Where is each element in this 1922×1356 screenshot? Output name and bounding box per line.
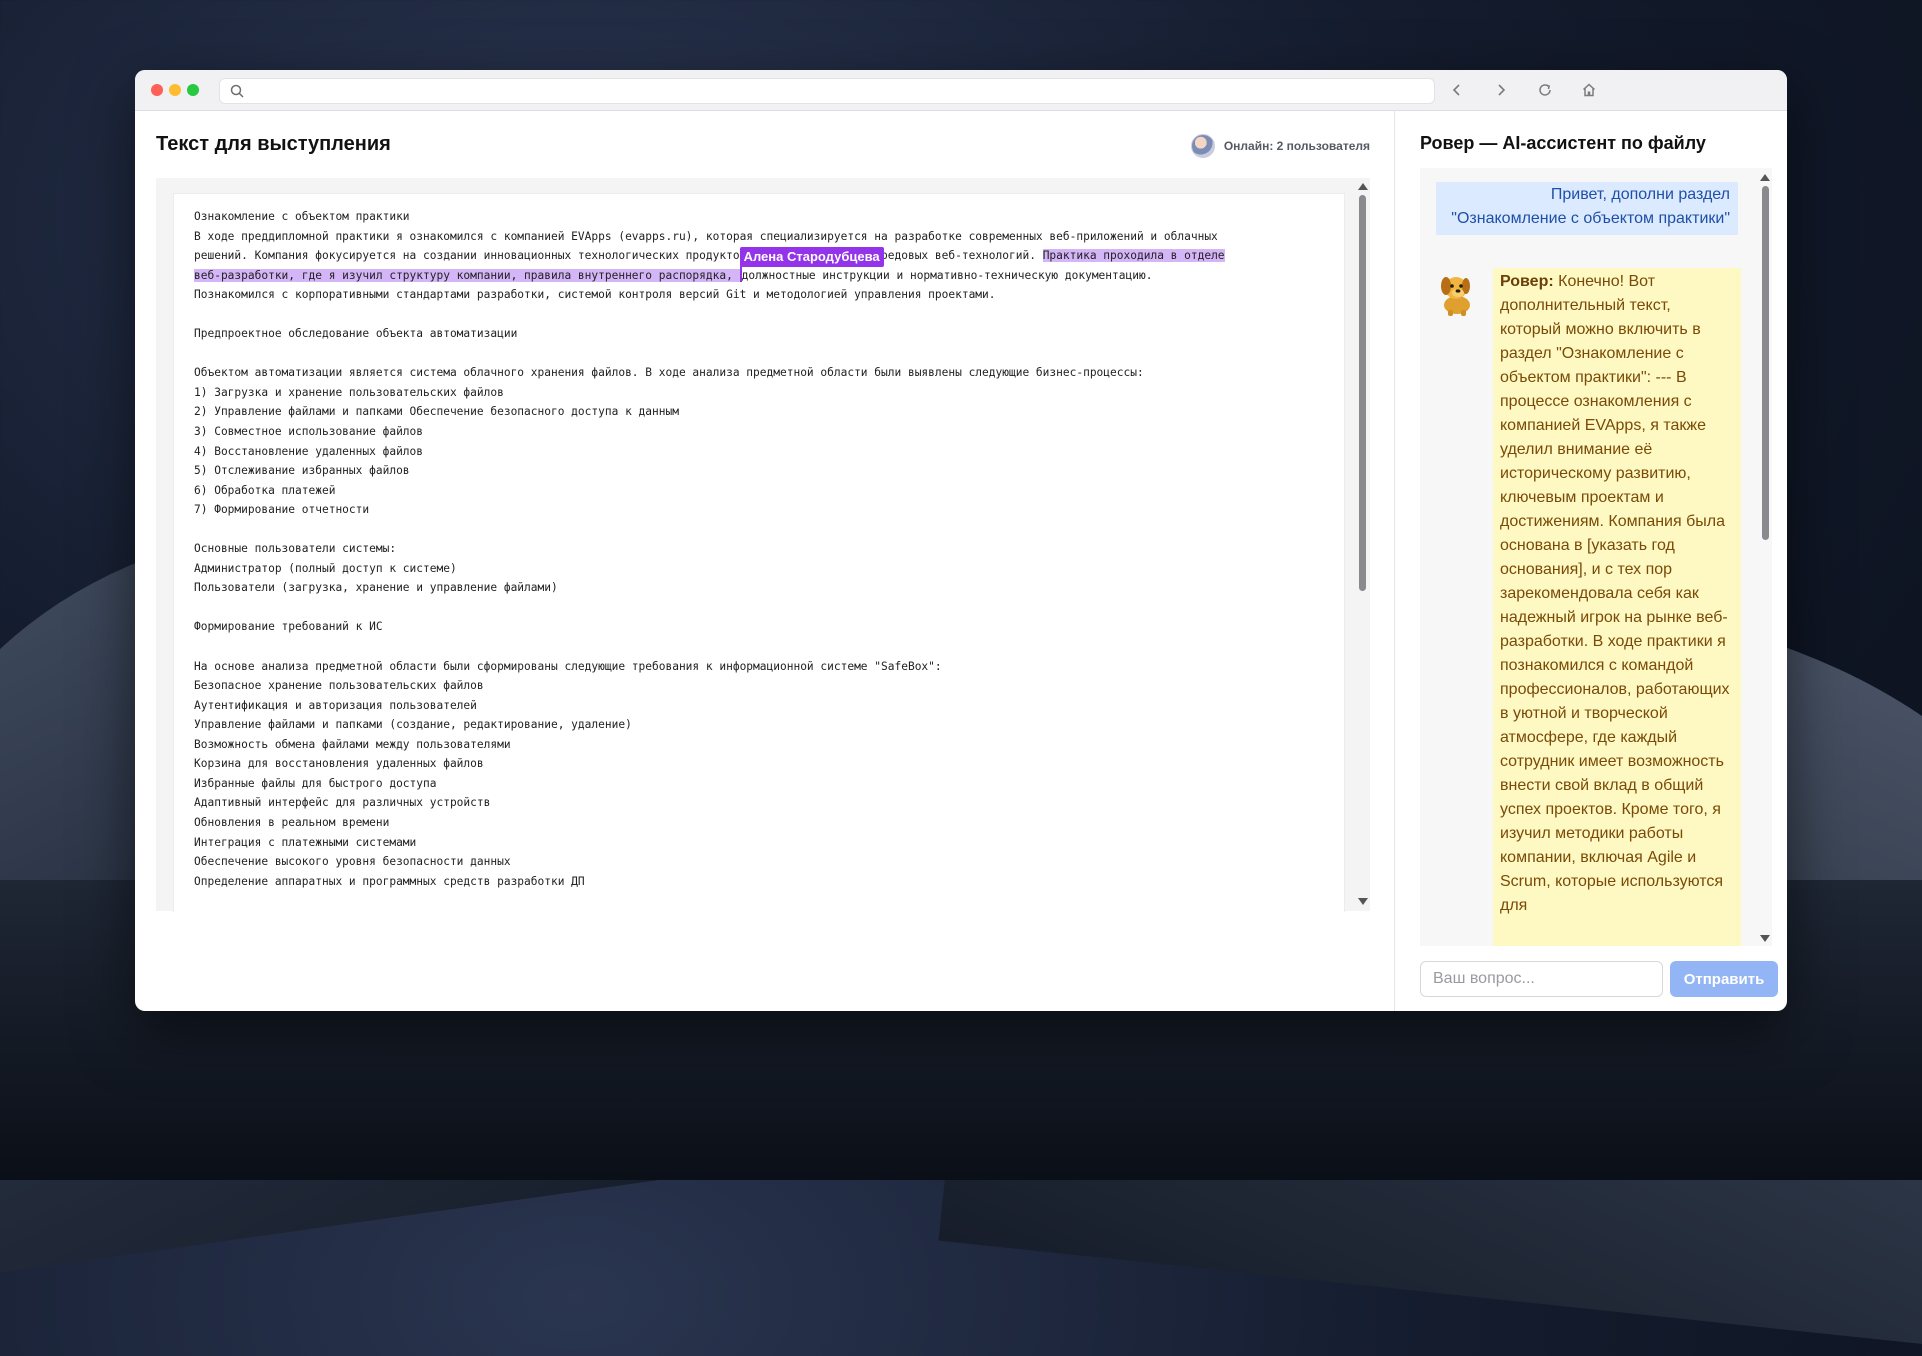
editor-scrollbar[interactable]: [1356, 178, 1370, 911]
scroll-down-arrow-icon[interactable]: [1358, 898, 1368, 905]
editor-line: Обеспечение высокого уровня безопасности…: [194, 855, 511, 869]
address-bar[interactable]: [219, 78, 1435, 104]
forward-icon[interactable]: [1491, 80, 1511, 100]
editor-line: Ознакомление с объектом практики: [194, 210, 410, 223]
chat-history[interactable]: Привет, дополни раздел "Ознакомление с о…: [1420, 168, 1772, 946]
collaborator-name-badge: Алена Стародубцева: [739, 247, 884, 268]
assistant-panel: Ровер — AI-ассистент по файлу Привет, до…: [1395, 110, 1787, 1011]
home-icon[interactable]: [1579, 80, 1599, 100]
editor-line: В ходе преддипломной практики я ознакоми…: [194, 229, 1218, 243]
scroll-up-arrow-icon[interactable]: [1760, 174, 1770, 181]
page-title: Текст для выступления: [156, 133, 391, 155]
minimize-window-button[interactable]: [169, 84, 181, 96]
browser-window: Текст для выступления Онлайн: 2 пользова…: [135, 70, 1787, 1011]
scroll-up-arrow-icon[interactable]: [1358, 183, 1368, 190]
editor-line: 1) Загрузка и хранение пользовательских …: [194, 385, 504, 399]
user-message: Привет, дополни раздел "Ознакомление с о…: [1436, 182, 1738, 235]
editor-line: Безопасное хранение пользовательских фай…: [194, 679, 484, 693]
editor-line: 3) Совместное использование файлов: [194, 425, 424, 439]
editor-line: 6) Обработка платежей: [194, 483, 336, 497]
scrollbar-thumb[interactable]: [1762, 186, 1769, 540]
editor-content[interactable]: Ознакомление с объектом практики В ходе …: [194, 207, 1334, 891]
editor-line: На основе анализа предметной области был…: [194, 659, 942, 673]
editor-line: 5) Отслеживание избранных файлов: [194, 464, 410, 478]
editor-line: Формирование требований к ИС: [194, 620, 383, 634]
dog-avatar-icon: [1436, 272, 1478, 316]
assistant-message: Ровер: Конечно! Вот дополнительный текст…: [1493, 268, 1741, 946]
editor-line: Интеграция с платежными системами: [194, 835, 417, 849]
editor-line: Администратор (полный доступ к системе): [194, 561, 457, 575]
editor-line: 2) Управление файлами и папками Обеспече…: [194, 405, 679, 419]
editor-line: веб-разработки, где я изучил структуру к…: [194, 265, 1334, 286]
send-button[interactable]: Отправить: [1670, 961, 1778, 997]
reload-icon[interactable]: [1535, 80, 1555, 100]
editor-text: решений. Компания фокусируется на создан…: [194, 249, 740, 263]
scroll-down-arrow-icon[interactable]: [1760, 935, 1770, 942]
editor-line: Пользователи (загрузка, хранение и управ…: [194, 581, 558, 595]
editor-line: 4) Восстановление удаленных файлов: [194, 444, 424, 458]
assistant-message-text: Конечно! Вот дополнительный текст, котор…: [1500, 273, 1730, 914]
editor-line: Объектом автоматизации является система …: [194, 366, 1144, 380]
selected-text: веб-разработки, где я изучил структуру к…: [194, 268, 740, 282]
chat-scrollbar[interactable]: [1758, 168, 1772, 946]
collaborator-cursor: в с использованием передовых веб-техноло…: [739, 247, 1043, 268]
editor-text: должностные инструкции и нормативно-техн…: [741, 268, 1153, 282]
text-editor[interactable]: Ознакомление с объектом практики В ходе …: [173, 193, 1345, 912]
document-panel: Текст для выступления Онлайн: 2 пользова…: [135, 110, 1395, 1011]
editor-line: Управление файлами и папками (создание, …: [194, 718, 632, 732]
browser-toolbar: [135, 70, 1787, 111]
editor-line: Возможность обмена файлами между пользов…: [194, 737, 511, 751]
avatar: [1190, 134, 1215, 158]
editor-line: Познакомился с корпоративными стандартам…: [194, 288, 996, 302]
online-users-indicator: Онлайн: 2 пользователя: [1190, 134, 1370, 158]
question-input[interactable]: [1420, 961, 1663, 997]
editor-line: Адаптивный интерфейс для различных устро…: [194, 796, 491, 810]
assistant-name: Ровер:: [1500, 273, 1554, 290]
editor-line: решений. Компания фокусируется на создан…: [194, 246, 1334, 268]
editor-frame: Ознакомление с объектом практики В ходе …: [156, 178, 1370, 912]
editor-line: Корзина для восстановления удаленных фай…: [194, 757, 484, 771]
editor-line: Предпроектное обследование объекта автом…: [194, 327, 518, 341]
selected-text: Практика проходила в отделе: [1042, 249, 1225, 263]
search-icon: [230, 84, 244, 103]
maximize-window-button[interactable]: [187, 84, 199, 96]
scrollbar-thumb[interactable]: [1359, 195, 1366, 591]
editor-line: Основные пользователи системы:: [194, 542, 397, 556]
close-window-button[interactable]: [151, 84, 163, 96]
editor-line: Избранные файлы для быстрого доступа: [194, 776, 437, 790]
editor-line: 7) Формирование отчетности: [194, 503, 370, 517]
editor-line: Определение аппаратных и программных сре…: [194, 874, 585, 888]
editor-line: Аутентификация и авторизация пользовател…: [194, 698, 477, 712]
back-icon[interactable]: [1447, 80, 1467, 100]
editor-line: Обновления в реальном времени: [194, 815, 390, 829]
online-users-label: Онлайн: 2 пользователя: [1223, 139, 1370, 153]
assistant-title: Ровер — AI-ассистент по файлу: [1420, 133, 1706, 153]
